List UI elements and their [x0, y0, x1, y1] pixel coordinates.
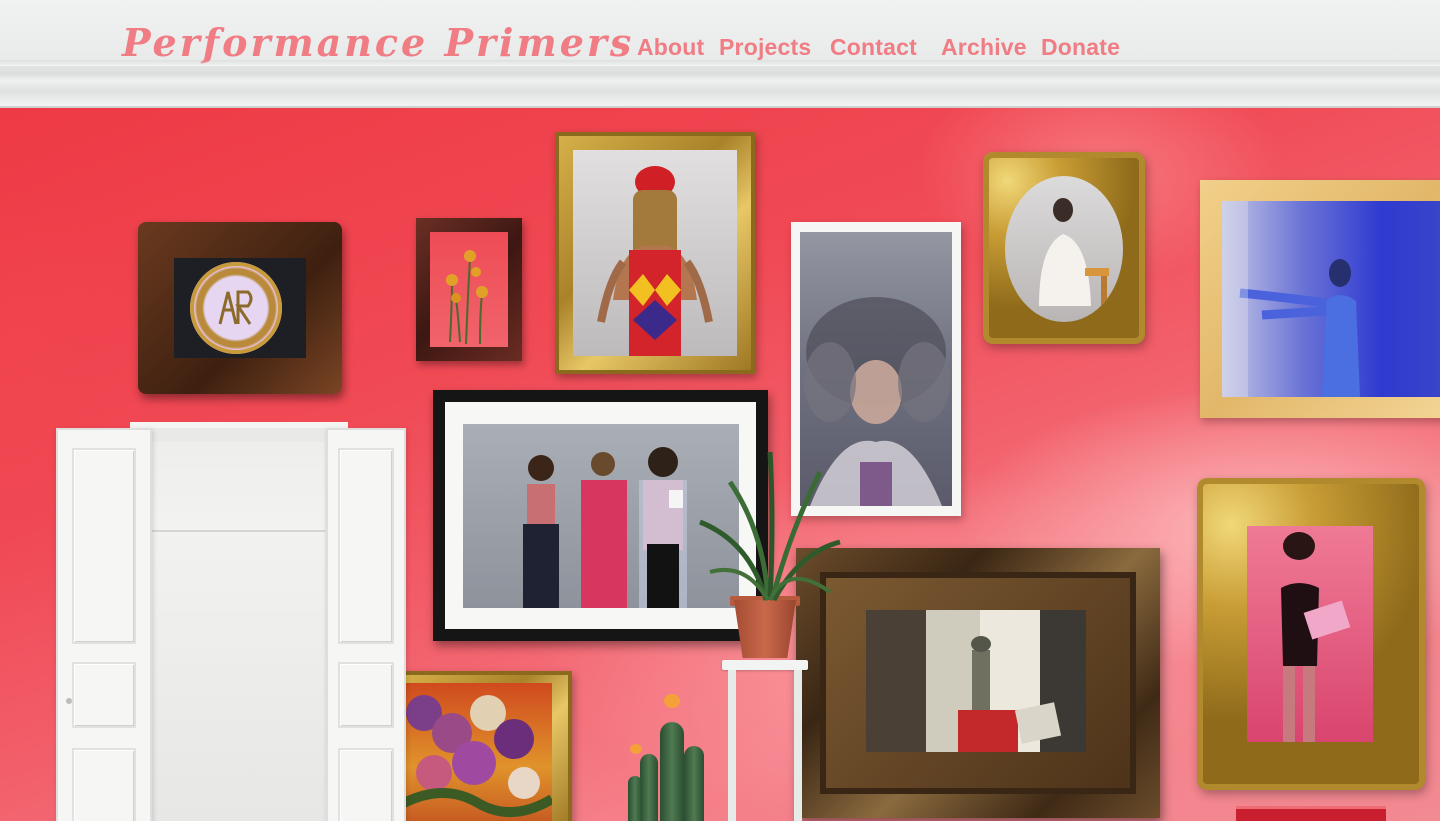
nav-projects[interactable]: Projects	[719, 34, 811, 61]
emblem-frame[interactable]	[138, 222, 342, 394]
open-door[interactable]	[56, 422, 406, 821]
door-left-leaf	[56, 428, 152, 821]
site-header: Performance Primers About Projects Conta…	[0, 0, 1440, 108]
plant-pot	[734, 600, 796, 658]
pr-monogram-icon	[190, 262, 282, 354]
portrait-blue-frame[interactable]	[1200, 180, 1440, 418]
gallery-wall	[0, 108, 1440, 821]
site-logo[interactable]: Performance Primers	[122, 20, 634, 65]
portrait-book-frame[interactable]	[1197, 478, 1425, 790]
nav-contact[interactable]: Contact	[830, 34, 917, 61]
nav-archive[interactable]: Archive	[941, 34, 1027, 61]
portrait-braids-frame[interactable]	[555, 132, 755, 374]
door-right-leaf	[326, 428, 406, 821]
cactus	[628, 694, 718, 821]
partial-object-bottom	[1236, 806, 1386, 821]
nav-about[interactable]: About	[637, 34, 704, 61]
portrait-oval-frame[interactable]	[983, 152, 1145, 344]
plant-stand	[722, 660, 808, 821]
nav-donate[interactable]: Donate	[1041, 34, 1120, 61]
lilac-painting-frame[interactable]	[400, 671, 572, 821]
flowers-frame[interactable]	[416, 218, 522, 361]
stairway-frame[interactable]	[796, 548, 1160, 818]
palm-plant	[699, 451, 841, 602]
